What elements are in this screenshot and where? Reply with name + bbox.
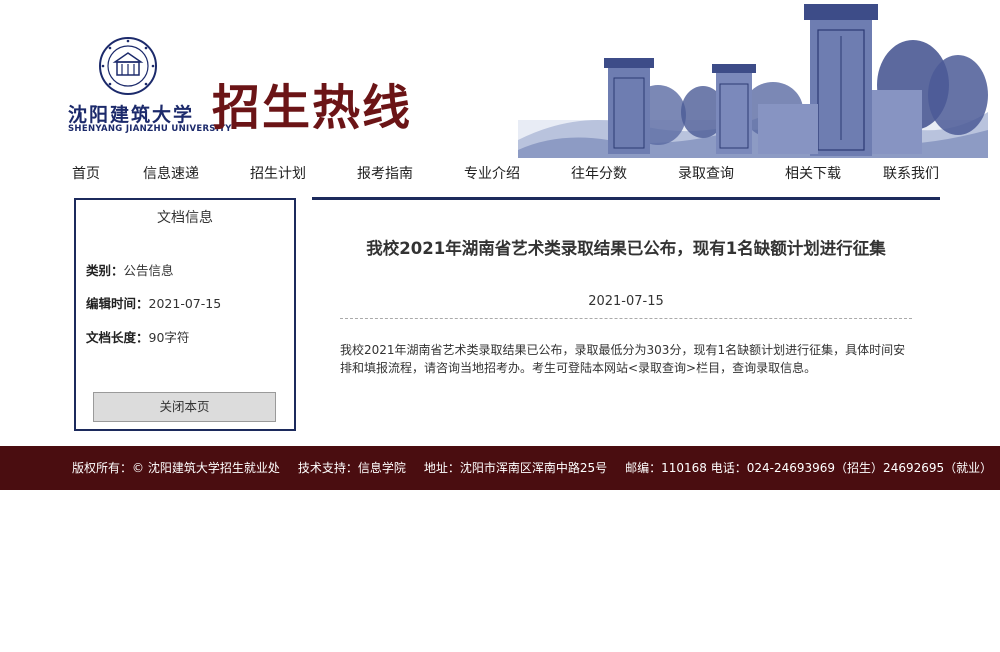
category-label: 类别： <box>86 263 124 278</box>
nav-majors[interactable]: 专业介绍 <box>464 164 520 184</box>
category-row: 类别：公告信息 <box>86 260 174 279</box>
campus-building-banner <box>518 4 988 158</box>
nav-enrollment-plan[interactable]: 招生计划 <box>250 164 306 184</box>
article-body: 我校2021年湖南省艺术类录取结果已公布，录取最低分为303分，现有1名缺额计划… <box>340 343 906 375</box>
university-seal-icon <box>99 37 157 95</box>
article-title: 我校2021年湖南省艺术类录取结果已公布，现有1名缺额计划进行征集 <box>366 239 886 258</box>
footer-tech-support: 技术支持：信息学院 <box>297 461 406 475</box>
nav-downloads[interactable]: 相关下载 <box>785 164 841 184</box>
nav-contact[interactable]: 联系我们 <box>883 164 939 184</box>
panel-title: 文档信息 <box>157 210 213 226</box>
nav-admission-query[interactable]: 录取查询 <box>678 164 734 184</box>
nav-application-guide[interactable]: 报考指南 <box>357 164 413 184</box>
footer-info: 版权所有：© 沈阳建筑大学招生就业处 技术支持：信息学院 地址：沈阳市浑南区浑南中路… <box>72 446 1000 490</box>
edit-time-value: 2021-07-15 <box>148 296 222 311</box>
logo-english-name: SHENYANG JIANZHU UNIVERSITY <box>68 124 232 134</box>
footer-copyright: 版权所有：© 沈阳建筑大学招生就业处 <box>72 461 280 475</box>
nav-home[interactable]: 首页 <box>72 164 100 184</box>
category-value: 公告信息 <box>123 263 174 278</box>
article-date: 2021-07-15 <box>588 294 664 309</box>
logo-chinese-name: 沈阳建筑大学 <box>68 104 195 126</box>
article-top-border <box>312 197 940 200</box>
footer-contact: 邮编：110168 电话：024-24693969（招生）24692695（就业… <box>625 461 993 475</box>
site-footer: 版权所有：© 沈阳建筑大学招生就业处 技术支持：信息学院 地址：沈阳市浑南区浑南中路… <box>0 446 1000 490</box>
university-logo[interactable]: 沈阳建筑大学 SHENYANG JIANZHU UNIVERSITY <box>68 36 232 140</box>
document-info-panel: 文档信息 类别：公告信息 编辑时间：2021-07-15 文档长度：90字符 关… <box>74 198 296 431</box>
close-page-button[interactable]: 关闭本页 <box>93 392 276 422</box>
nav-news[interactable]: 信息速递 <box>143 164 199 184</box>
edit-time-row: 编辑时间：2021-07-15 <box>86 293 221 312</box>
nav-past-scores[interactable]: 往年分数 <box>571 164 627 184</box>
length-value: 90字符 <box>148 330 190 345</box>
main-navigation: 首页 信息速递 招生计划 报考指南 专业介绍 往年分数 录取查询 相关下载 联系… <box>72 164 940 186</box>
site-title: 招生热线 <box>212 80 413 136</box>
article-divider <box>340 318 912 319</box>
length-row: 文档长度：90字符 <box>86 327 189 346</box>
edit-time-label: 编辑时间： <box>86 296 149 311</box>
site-header: 沈阳建筑大学 SHENYANG JIANZHU UNIVERSITY 招生热线 <box>0 0 1000 160</box>
length-label: 文档长度： <box>86 330 149 345</box>
footer-address: 地址：沈阳市浑南区浑南中路25号 <box>423 461 608 475</box>
